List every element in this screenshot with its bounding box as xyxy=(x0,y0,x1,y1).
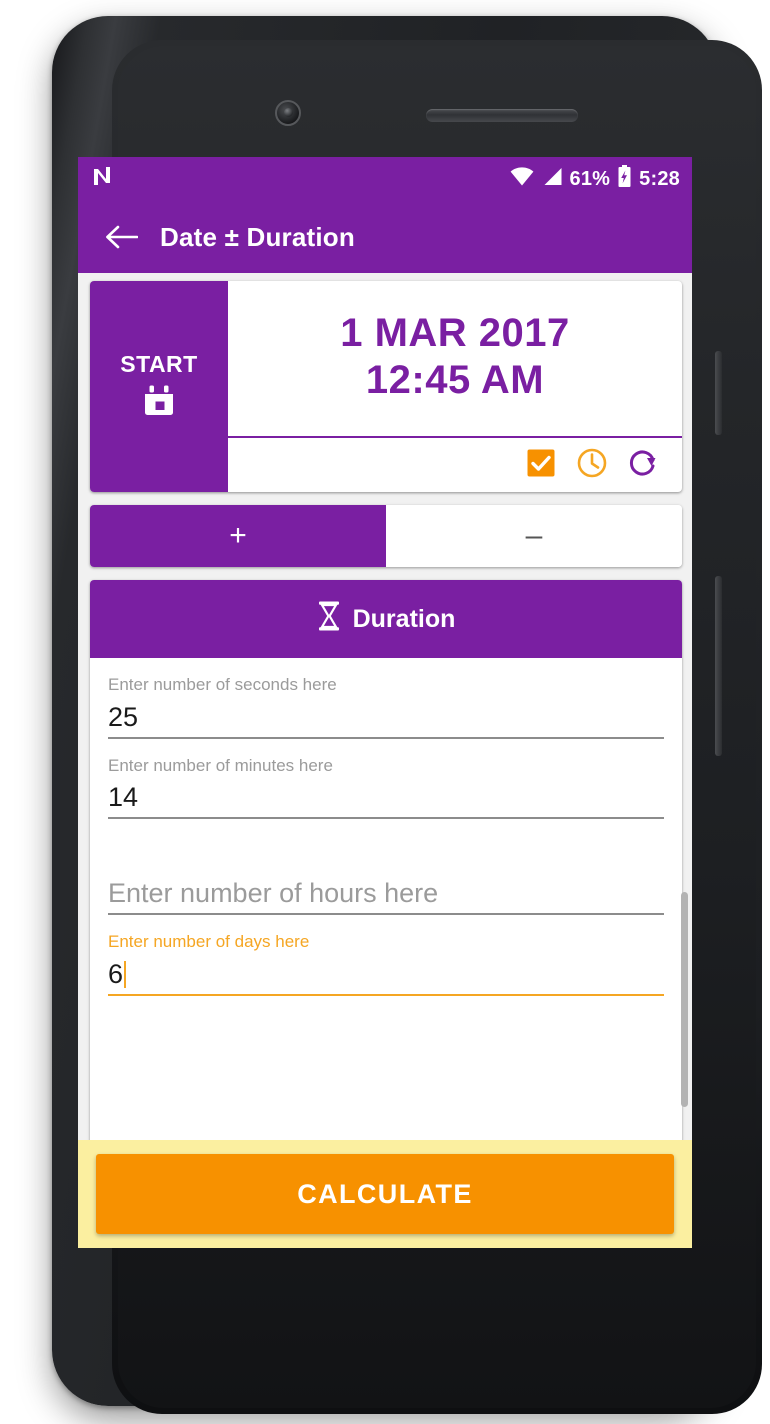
scrollbar-track[interactable] xyxy=(681,580,690,1220)
wifi-icon xyxy=(510,167,534,191)
hourglass-icon xyxy=(317,601,341,638)
cell-signal-icon xyxy=(541,167,563,191)
android-n-logo-icon xyxy=(92,165,112,193)
minutes-field-group: Enter number of minutes here 14 xyxy=(108,739,664,820)
status-bar-clock: 5:28 xyxy=(639,167,680,190)
days-input[interactable]: 6 xyxy=(108,952,664,997)
plus-sign-button[interactable]: + xyxy=(90,505,386,567)
front-camera-icon xyxy=(275,100,301,126)
date-time-panel: 1 MAR 2017 12:45 AM xyxy=(228,281,682,492)
seconds-input[interactable]: 25 xyxy=(108,695,664,739)
date-value: 1 MAR 2017 xyxy=(340,310,570,355)
status-bar-right: 61% 5:28 xyxy=(510,165,680,193)
app-content-area: START 1 MAR 2017 12:45 AM + – Duration E… xyxy=(78,273,692,1248)
status-bar-left xyxy=(92,165,510,193)
calendar-icon xyxy=(142,384,176,423)
days-field-group: Enter number of days here 6 xyxy=(108,915,664,997)
date-time-display[interactable]: 1 MAR 2017 12:45 AM xyxy=(228,281,682,438)
back-arrow-icon[interactable] xyxy=(94,223,148,251)
sign-toggle-group: + – xyxy=(90,505,682,567)
duration-card-header: Duration xyxy=(90,580,682,658)
duration-title: Duration xyxy=(352,604,456,633)
minutes-field-label: Enter number of minutes here xyxy=(108,755,333,775)
hours-input[interactable]: Enter number of hours here xyxy=(108,871,664,916)
minus-sign-button[interactable]: – xyxy=(386,505,682,567)
start-date-tab-button[interactable]: START xyxy=(90,281,228,492)
clock-icon[interactable] xyxy=(576,447,608,484)
reset-rotate-icon[interactable] xyxy=(628,447,660,484)
days-input-value: 6 xyxy=(108,959,124,990)
power-button[interactable] xyxy=(715,351,722,435)
page-title: Date ± Duration xyxy=(160,221,355,252)
volume-rocker-button[interactable] xyxy=(715,576,722,756)
minutes-input[interactable]: 14 xyxy=(108,775,664,820)
calculate-button[interactable]: CALCULATE xyxy=(96,1154,674,1234)
start-date-card: START 1 MAR 2017 12:45 AM xyxy=(90,281,682,492)
time-value: 12:45 AM xyxy=(365,357,545,402)
status-bar: 61% 5:28 xyxy=(78,157,692,201)
hours-field-group: Enter number of hours here xyxy=(108,819,664,916)
days-field-label: Enter number of days here xyxy=(108,932,310,952)
duration-card: Duration Enter number of seconds here 25… xyxy=(90,580,682,1220)
text-caret xyxy=(124,961,127,989)
duration-fields: Enter number of seconds here 25 Enter nu… xyxy=(90,658,682,997)
seconds-field-group: Enter number of seconds here 25 xyxy=(108,658,664,739)
seconds-field-label: Enter number of seconds here xyxy=(108,675,337,694)
checkbox-checked-icon[interactable] xyxy=(526,448,556,483)
calculate-bar: CALCULATE xyxy=(78,1140,692,1248)
phone-screen: 61% 5:28 Date ± Duration START 1 MAR 201… xyxy=(78,157,692,1248)
earpiece-speaker xyxy=(426,109,578,122)
battery-percent-label: 61% xyxy=(569,167,611,190)
start-label: START xyxy=(120,350,198,377)
battery-charging-icon xyxy=(617,165,632,193)
scrollbar-thumb[interactable] xyxy=(681,892,688,1107)
date-card-actions xyxy=(228,438,682,492)
app-bar: Date ± Duration xyxy=(78,201,692,273)
